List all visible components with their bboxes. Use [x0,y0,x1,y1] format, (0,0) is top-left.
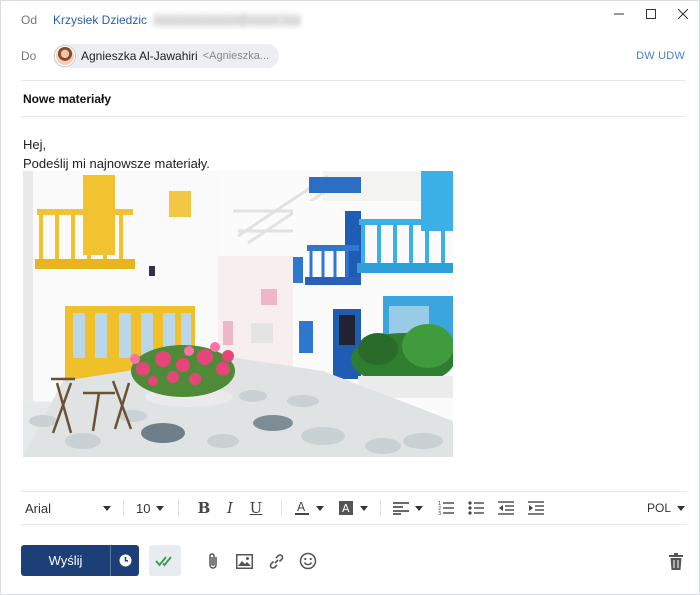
outdent-icon [498,501,514,515]
font-select[interactable]: Arial [21,501,111,516]
recipient-name: Agnieszka Al-Jawahiri [81,49,198,63]
separator [178,499,179,517]
svg-text:A: A [342,502,350,515]
inline-image[interactable] [23,171,453,457]
font-size-value: 10 [136,500,151,516]
indent-icon [528,501,544,515]
subject-field[interactable]: Nowe materiały [23,92,111,106]
chevron-down-icon [677,505,685,511]
to-row: Do Agnieszka Al-Jawahiri <Agnieszka... [21,44,280,68]
sender-email: xxxxxxxxxxxxxx@xxxxx.xxx [153,13,301,27]
minimize-icon[interactable] [603,1,635,27]
send-button[interactable]: Wyślij [21,545,139,576]
message-body[interactable]: Hej, Podeślij mi najnowsze materiały. [23,135,210,173]
image-icon[interactable] [233,550,255,572]
chevron-down-icon [103,505,111,511]
bold-icon: B [197,499,211,517]
numbered-list-icon: 123 [438,501,454,515]
text-color-button[interactable]: A [294,500,324,516]
from-label: Od [21,13,38,27]
recipient-email: <Agnieszka... [202,50,270,62]
to-label: Do [21,49,37,63]
separator [380,499,381,517]
text-color-icon: A [295,500,309,515]
chevron-down-icon [156,505,165,511]
delete-draft-icon[interactable] [665,550,687,572]
recipient-chip[interactable]: Agnieszka Al-Jawahiri <Agnieszka... [53,44,280,68]
underline-icon: U [249,499,263,517]
cc-bcc-link[interactable]: DW UDW [636,50,685,62]
divider [21,116,685,117]
language-select[interactable]: POL [647,501,687,515]
outdent-button[interactable] [493,495,519,521]
separator [123,499,124,517]
emoji-icon[interactable] [297,550,319,572]
underline-button[interactable]: U [243,495,269,521]
language-value: POL [646,501,671,515]
link-icon[interactable] [265,550,287,572]
highlight-icon: A [339,501,353,515]
from-row: Od Krzysiek Dziedzic xxxxxxxxxxxxxx@xxxx… [21,13,301,27]
indent-button[interactable] [523,495,549,521]
bold-button[interactable]: B [191,495,217,521]
bullet-list-icon [468,501,484,515]
attachment-icon[interactable] [202,550,224,572]
window-controls [603,1,699,27]
sender-name[interactable]: Krzysiek Dziedzic [53,13,147,27]
svg-text:3: 3 [438,511,441,515]
svg-text:A: A [297,500,306,514]
italic-button[interactable]: I [217,495,243,521]
body-line: Hej, [23,137,47,152]
align-left-icon [393,502,409,515]
align-button[interactable] [393,501,423,515]
read-receipt-button[interactable] [149,545,181,576]
send-label: Wyślij [21,545,111,576]
maximize-icon[interactable] [635,1,667,27]
highlight-color-button[interactable]: A [338,500,368,516]
formatting-toolbar: Arial 10 B I U A A 123 POL [21,491,687,525]
double-check-icon [155,555,172,566]
numbered-list-button[interactable]: 123 [433,495,459,521]
separator [281,499,282,517]
close-icon[interactable] [667,1,699,27]
chevron-down-icon [316,505,324,511]
schedule-send-icon[interactable] [111,545,139,576]
chevron-down-icon [415,505,423,511]
avatar [55,46,75,66]
font-size-select[interactable]: 10 [136,501,166,516]
bullet-list-button[interactable] [463,495,489,521]
chevron-down-icon [360,505,368,511]
divider [21,80,685,81]
italic-icon: I [227,499,233,517]
font-value: Arial [25,500,52,516]
